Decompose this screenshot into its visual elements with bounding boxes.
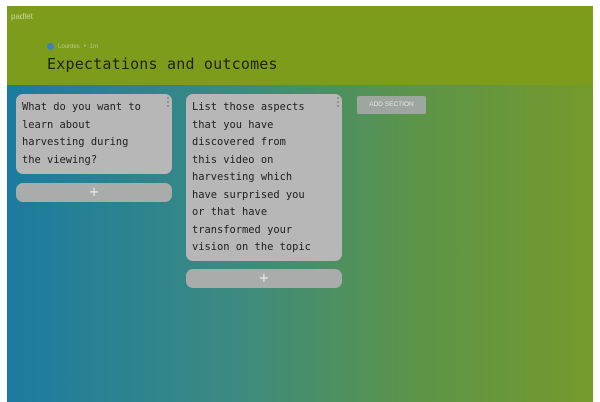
board-age: 1m xyxy=(89,43,99,50)
attribution-separator: • xyxy=(83,43,86,50)
more-vertical-icon[interactable] xyxy=(336,97,340,107)
add-section-button[interactable]: ADD SECTION xyxy=(357,96,426,114)
brand-logo[interactable]: padlet xyxy=(11,12,33,21)
board-canvas: What do you want to learn about harvesti… xyxy=(7,85,593,402)
post-card-text: List those aspects that you have discove… xyxy=(192,101,311,253)
add-post-button[interactable]: + xyxy=(16,183,172,202)
post-card-text: What do you want to learn about harvesti… xyxy=(22,101,141,166)
avatar-icon[interactable] xyxy=(47,43,54,50)
post-card[interactable]: List those aspects that you have discove… xyxy=(186,94,342,261)
board-header: padlet Lourdes • 1m Expectations and out… xyxy=(7,6,593,85)
add-post-button[interactable]: + xyxy=(186,269,342,288)
author-name[interactable]: Lourdes xyxy=(58,44,80,50)
post-card[interactable]: What do you want to learn about harvesti… xyxy=(16,94,172,174)
more-vertical-icon[interactable] xyxy=(166,97,170,107)
board-attribution: Lourdes • 1m xyxy=(47,43,98,50)
board-title[interactable]: Expectations and outcomes xyxy=(47,55,278,73)
padlet-board-window: padlet Lourdes • 1m Expectations and out… xyxy=(7,6,593,402)
